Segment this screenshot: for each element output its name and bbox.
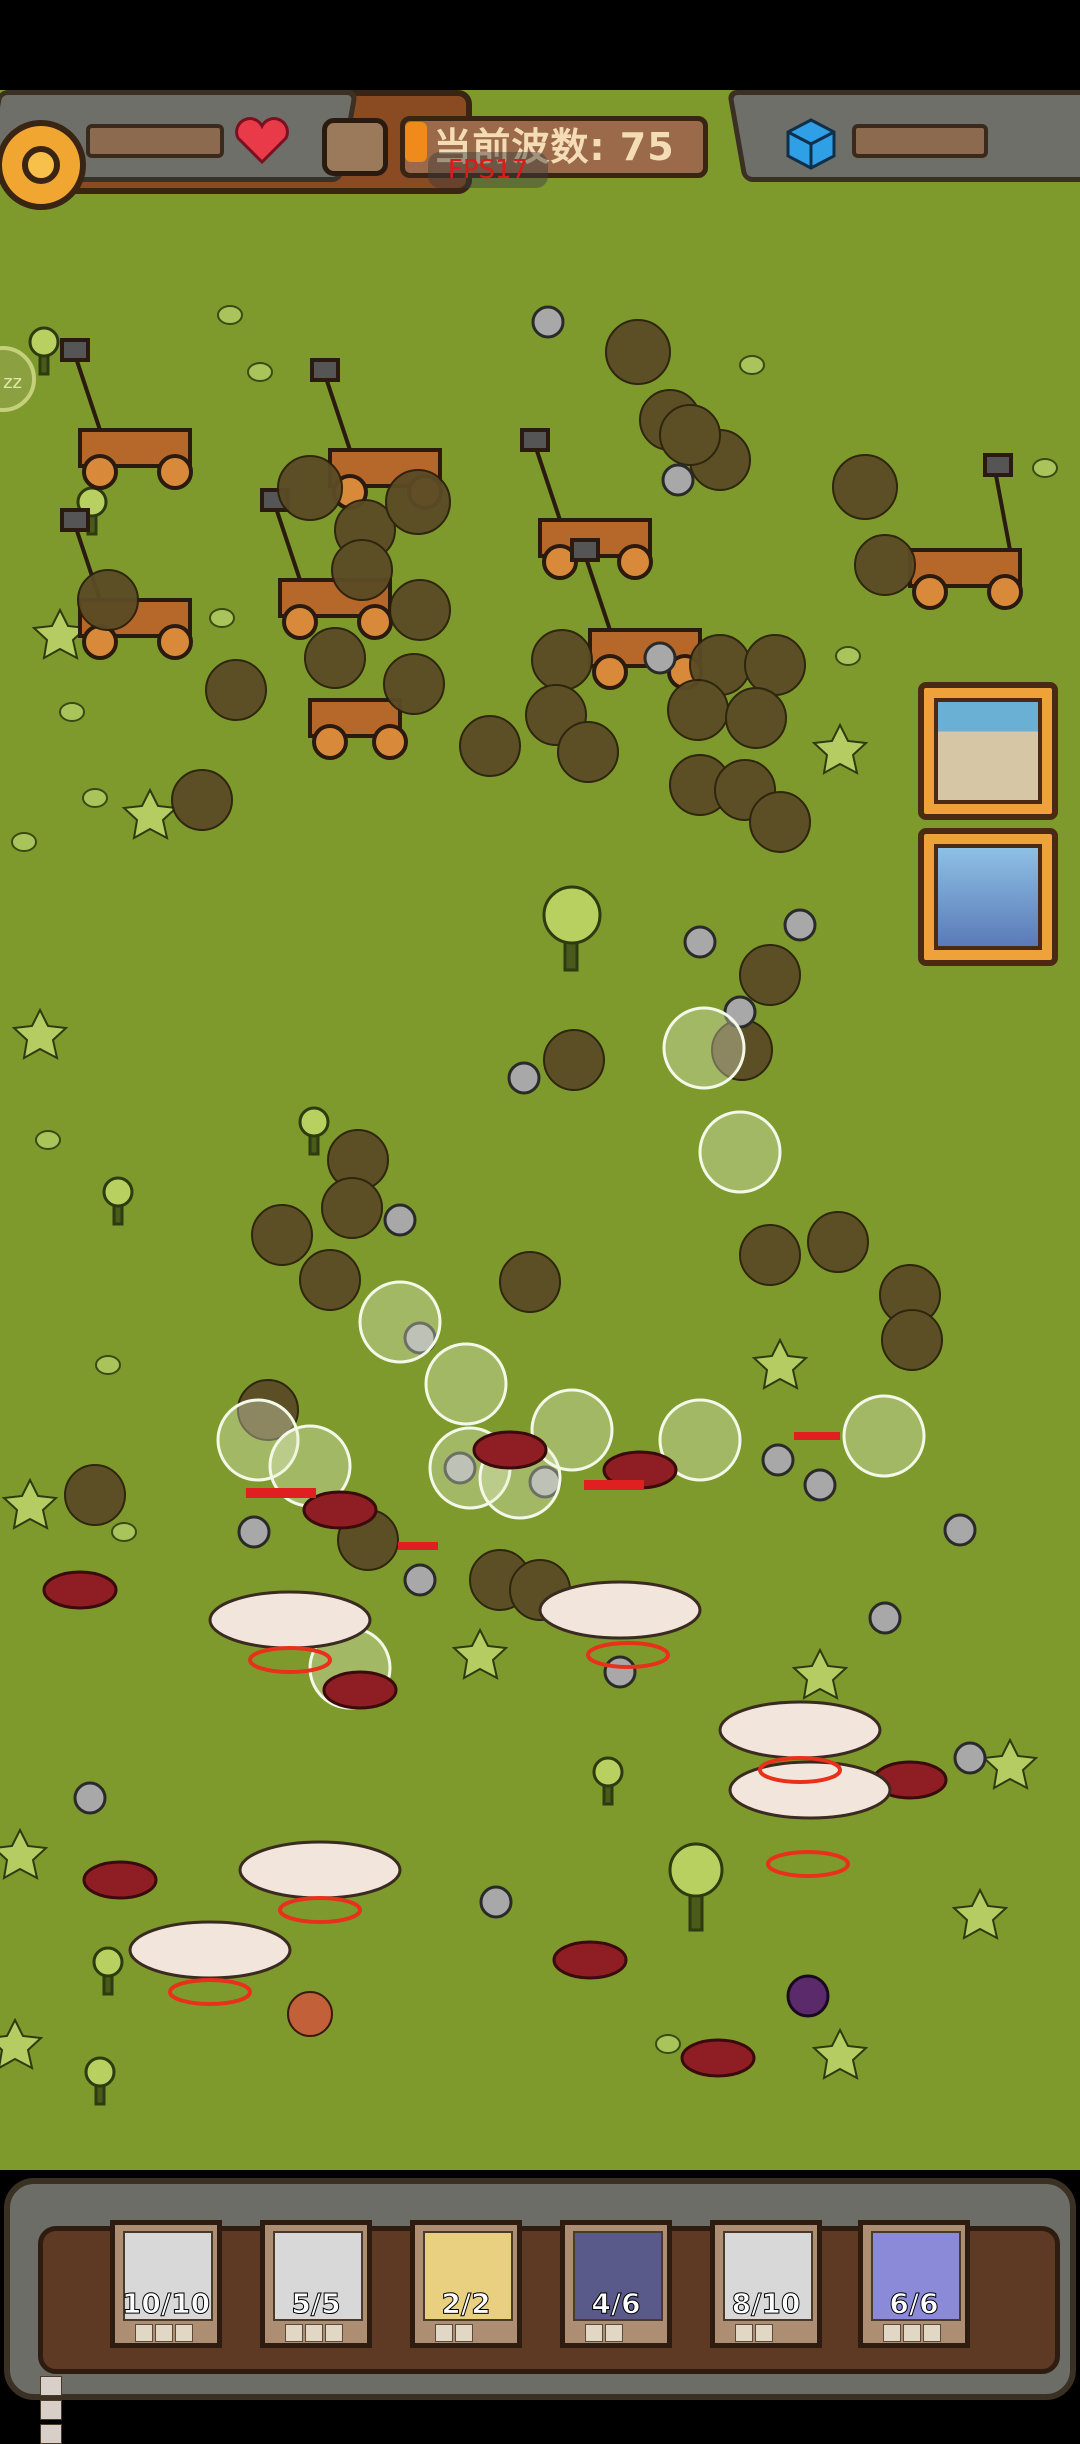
unit-badges (135, 2324, 193, 2342)
unit-card-ballista[interactable]: 5/5 (260, 2220, 372, 2348)
unit-card-archer[interactable]: 10/10 (110, 2220, 222, 2348)
unit-card-monk[interactable]: 2/2 (410, 2220, 522, 2348)
unit-badges (285, 2324, 343, 2342)
gear-icon[interactable] (0, 120, 86, 210)
unit-badges (435, 2324, 473, 2342)
wave-indicator (405, 122, 427, 162)
cube-icon (786, 118, 836, 170)
battle-scene (0, 305, 1058, 2106)
battlefield[interactable] (0, 90, 1080, 2170)
skill-card-siege-engine[interactable] (918, 828, 1058, 966)
fps-counter: FPS17 (428, 152, 548, 188)
soldiers (73, 305, 987, 1919)
top-hud: 当前波数: 75 FPS17 (0, 90, 1080, 210)
unit-badges (883, 2324, 941, 2342)
status-bar (0, 0, 1080, 90)
skill-card-archer-volley[interactable] (918, 682, 1058, 820)
siege-engine-icon (934, 844, 1042, 950)
unit-count: 5/5 (291, 2287, 341, 2321)
unit-badges (735, 2324, 773, 2342)
unit-count: 10/10 (121, 2287, 211, 2321)
tray-side-icons (40, 2376, 66, 2444)
unit-card-footman[interactable]: 8/10 (710, 2220, 822, 2348)
unit-count: 4/6 (591, 2287, 641, 2321)
swords-icon (40, 2376, 62, 2396)
unit-count: 2/2 (441, 2287, 491, 2321)
unit-badges (585, 2324, 623, 2342)
armor-icon (40, 2424, 62, 2444)
spider (786, 1974, 830, 2018)
egg-nest (287, 1991, 333, 2037)
archer-volley-icon (934, 698, 1042, 804)
magic-icon (40, 2400, 62, 2420)
unit-count: 6/6 (889, 2287, 939, 2321)
smoke-clouds (64, 319, 943, 1621)
sparkles (0, 607, 1039, 2080)
unit-count: 8/10 (731, 2287, 801, 2321)
shield-icon (322, 118, 388, 176)
unit-card-cavalry[interactable]: 6/6 (858, 2220, 970, 2348)
resource-bar (852, 124, 988, 158)
unit-card-spartan[interactable]: 4/6 (560, 2220, 672, 2348)
health-bar (86, 124, 224, 158)
heart-icon (235, 117, 289, 165)
